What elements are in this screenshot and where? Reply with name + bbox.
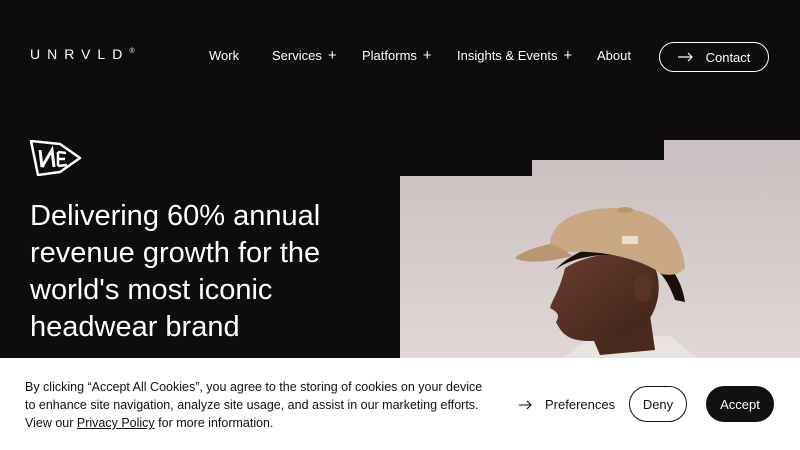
- hero-headline: Delivering 60% annual revenue growth for…: [30, 200, 321, 343]
- preferences-label: Preferences: [545, 397, 616, 412]
- new-era-flag-icon: [30, 140, 82, 176]
- plus-icon: +: [422, 47, 432, 64]
- accept-label: Accept: [720, 396, 760, 412]
- nav-item-services[interactable]: Services +: [272, 48, 337, 63]
- nav-item-label: Work: [209, 48, 240, 63]
- cookie-message: By clicking “Accept All Cookies”, you ag…: [25, 378, 495, 432]
- site-logo[interactable]: UNRVLD®: [30, 46, 134, 62]
- nav-item-platforms[interactable]: Platforms +: [362, 48, 432, 63]
- nav-item-label: Services: [272, 48, 322, 63]
- nav-item-label: Insights & Events: [457, 48, 558, 63]
- registered-mark: ®: [129, 48, 135, 55]
- deny-label: Deny: [642, 396, 674, 412]
- nav-item-work[interactable]: Work: [209, 48, 239, 63]
- nav-item-about[interactable]: About: [597, 48, 631, 63]
- logo-text: UNRVLD: [30, 46, 130, 62]
- nav-item-label: Platforms: [362, 48, 417, 63]
- portrait-man-in-cap-image: [400, 140, 800, 360]
- plus-icon: +: [327, 47, 337, 64]
- contact-button[interactable]: Contact: [659, 42, 769, 72]
- contact-label: Contact: [705, 49, 751, 65]
- preferences-button[interactable]: Preferences: [519, 397, 615, 412]
- nav-item-insights-events[interactable]: Insights & Events +: [457, 48, 572, 63]
- deny-button[interactable]: Deny: [629, 386, 687, 422]
- cookie-banner: By clicking “Accept All Cookies”, you ag…: [0, 358, 800, 450]
- arrow-right-icon: [519, 400, 532, 409]
- nav-item-label: About: [597, 48, 631, 63]
- cookie-text-end: for more information.: [154, 416, 274, 430]
- accept-button[interactable]: Accept: [706, 386, 774, 422]
- privacy-policy-link[interactable]: Privacy Policy: [77, 416, 155, 430]
- arrow-right-icon: [677, 52, 693, 62]
- plus-icon: +: [563, 47, 573, 64]
